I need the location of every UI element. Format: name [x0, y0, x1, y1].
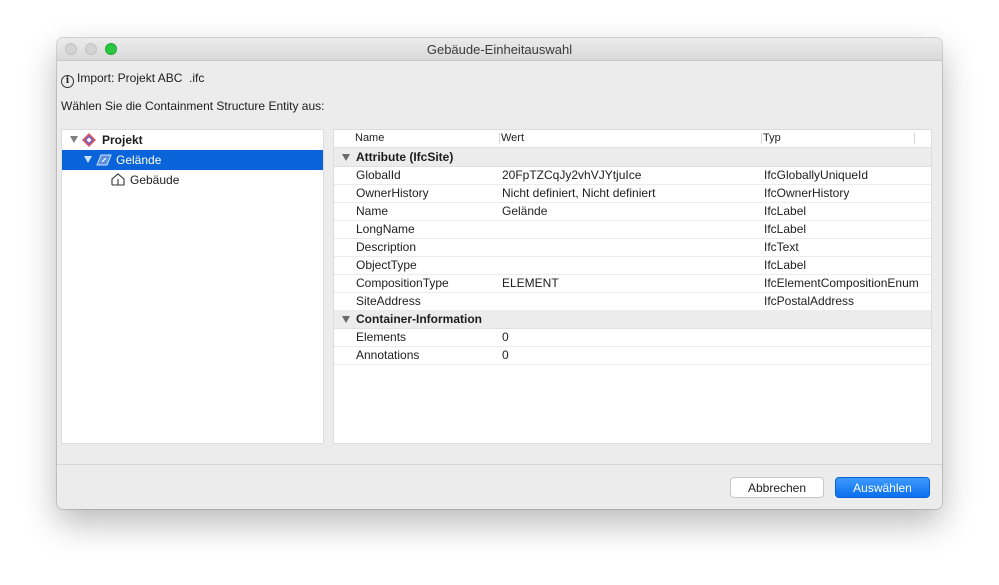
column-header-typ[interactable]: Typ: [763, 132, 781, 144]
group-row-attribute[interactable]: Attribute (IfcSite): [334, 148, 931, 167]
cell-value: 0: [502, 348, 509, 362]
cell-name: GlobalId: [356, 168, 401, 182]
cell-type: IfcText: [764, 240, 799, 254]
tree-item-gelaende[interactable]: Gelände: [62, 150, 323, 170]
table-row[interactable]: GlobalId 20FpTZCqJy2vhVJYtjuIce IfcGloba…: [334, 166, 931, 185]
disclosure-triangle-icon[interactable]: [342, 154, 350, 161]
table-row[interactable]: CompositionType ELEMENT IfcElementCompos…: [334, 274, 931, 293]
tree-item-gebaeude[interactable]: Gebäude: [62, 170, 323, 190]
title-bar[interactable]: Gebäude-Einheitauswahl: [57, 38, 942, 61]
cell-name: Annotations: [356, 348, 420, 362]
column-divider[interactable]: [761, 133, 762, 144]
table-row[interactable]: Elements 0: [334, 328, 931, 347]
cell-name: OwnerHistory: [356, 186, 429, 200]
ifc-project-icon: [81, 132, 97, 148]
table-row[interactable]: OwnerHistory Nicht definiert, Nicht defi…: [334, 184, 931, 203]
disclosure-triangle-icon[interactable]: [70, 136, 78, 143]
tree-item-label: Gebäude: [130, 173, 180, 187]
ifc-site-icon: [96, 152, 112, 168]
table-row[interactable]: ObjectType IfcLabel: [334, 256, 931, 275]
tree-item-label: Projekt: [102, 133, 143, 147]
cell-type: IfcLabel: [764, 204, 807, 218]
cell-name: Elements: [356, 330, 407, 344]
instruction-text: Wählen Sie die Containment Structure Ent…: [61, 99, 325, 113]
tree-item-label: Gelände: [116, 153, 162, 167]
building-icon: [110, 172, 126, 188]
column-divider[interactable]: [914, 133, 915, 144]
cancel-button[interactable]: Abbrechen: [730, 477, 824, 498]
footer-divider: [57, 464, 942, 465]
cell-name: ObjectType: [356, 258, 417, 272]
cell-value: 20FpTZCqJy2vhVJYtjuIce: [502, 168, 642, 182]
cell-value: Nicht definiert, Nicht definiert: [502, 186, 656, 200]
tree-item-projekt[interactable]: Projekt: [62, 130, 323, 150]
select-button[interactable]: Auswählen: [835, 477, 930, 498]
cell-value: ELEMENT: [502, 276, 559, 290]
cell-name: SiteAddress: [356, 294, 421, 308]
window-title: Gebäude-Einheitauswahl: [426, 42, 573, 57]
import-text: Import: Projekt ABC .ifc: [77, 71, 205, 85]
group-row-container-information[interactable]: Container-Information: [334, 310, 931, 329]
table-row[interactable]: SiteAddress IfcPostalAddress: [334, 292, 931, 311]
cell-name: LongName: [356, 222, 415, 236]
group-title: Container-Information: [356, 312, 482, 326]
cell-value: 0: [502, 330, 509, 344]
disclosure-triangle-icon[interactable]: [84, 156, 92, 163]
cell-type: IfcOwnerHistory: [764, 186, 850, 200]
import-info: i Import: Projekt ABC .ifc: [61, 71, 204, 88]
column-header-wert[interactable]: Wert: [501, 132, 524, 144]
group-title: Attribute (IfcSite): [356, 150, 454, 164]
cell-type: IfcLabel: [764, 222, 807, 236]
cell-type: IfcGloballyUniqueId: [764, 168, 869, 182]
table-row[interactable]: Annotations 0: [334, 346, 931, 365]
cell-name: CompositionType: [356, 276, 449, 290]
structure-tree[interactable]: Projekt Gelände Gebäude: [61, 129, 324, 444]
disclosure-triangle-icon[interactable]: [342, 316, 350, 323]
cell-name: Name: [356, 204, 389, 218]
cell-name: Description: [356, 240, 417, 254]
table-header: Name Wert Typ: [334, 130, 931, 148]
cell-type: IfcLabel: [764, 258, 807, 272]
table-row[interactable]: Description IfcText: [334, 238, 931, 257]
properties-table[interactable]: Name Wert Typ Attribute (IfcSite) Global…: [333, 129, 932, 444]
table-row[interactable]: Name Gelände IfcLabel: [334, 202, 931, 221]
cell-value: Gelände: [502, 204, 548, 218]
cell-type: IfcElementCompositionEnum: [764, 276, 919, 290]
cell-type: IfcPostalAddress: [764, 294, 855, 308]
info-icon: i: [61, 75, 74, 88]
dialog-window: Gebäude-Einheitauswahl i Import: Projekt …: [57, 38, 942, 509]
column-divider[interactable]: [499, 133, 500, 144]
column-header-name[interactable]: Name: [355, 132, 384, 144]
table-row[interactable]: LongName IfcLabel: [334, 220, 931, 239]
